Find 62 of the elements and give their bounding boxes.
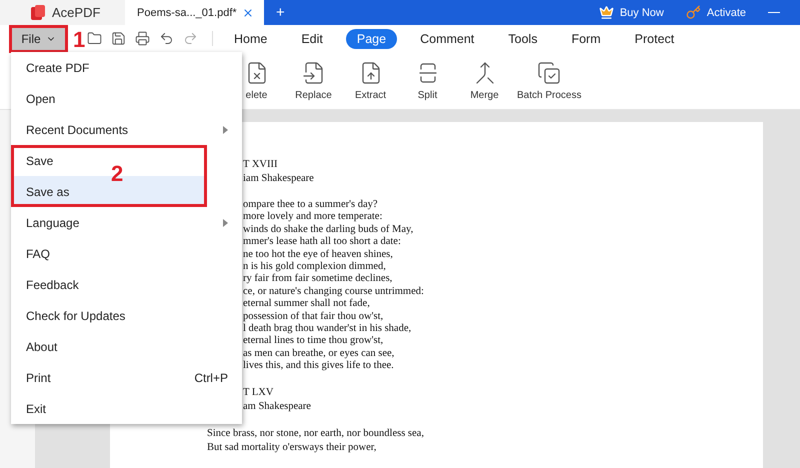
new-tab-button[interactable]: + bbox=[264, 0, 297, 25]
menu-item[interactable]: Print Ctrl+P bbox=[11, 362, 242, 393]
document-text-line: T LXV bbox=[243, 386, 274, 400]
document-text-line: ompare thee to a summer's day? bbox=[243, 199, 379, 212]
nav-tab[interactable]: Protect bbox=[624, 28, 686, 48]
document-tab[interactable]: Poems-sa..._01.pdf* bbox=[125, 0, 264, 25]
document-text-line: Since brass, nor stone, nor earth, nor boundless sea, bbox=[207, 426, 425, 441]
nav-tab[interactable]: Comment bbox=[409, 28, 486, 48]
header-action-button[interactable]: Activate bbox=[686, 0, 746, 25]
folder-icon[interactable] bbox=[87, 31, 102, 46]
ribbon-tool-button[interactable]: Extract bbox=[342, 60, 399, 100]
document-text-line: T XVIII bbox=[243, 158, 279, 172]
menu-item[interactable]: Feedback bbox=[11, 269, 242, 300]
menu-item[interactable]: Recent Documents bbox=[11, 114, 242, 145]
menu-item[interactable]: Check for Updates bbox=[11, 300, 242, 331]
document-text-line: am Shakespeare bbox=[243, 400, 312, 414]
document-text-line: ry fair from fair sometime declines, bbox=[243, 273, 394, 286]
nav-tab[interactable]: Edit bbox=[290, 28, 334, 48]
menu-item[interactable]: Create PDF bbox=[11, 52, 242, 83]
ribbon-tool-button[interactable]: Batch Process bbox=[513, 60, 586, 100]
menu-item[interactable]: Open bbox=[11, 83, 242, 114]
file-arrow-icon bbox=[302, 60, 326, 84]
ribbon-tool-button[interactable]: Split bbox=[399, 60, 456, 100]
document-text-line: lives this, and this gives life to thee. bbox=[243, 360, 395, 373]
header-action-button[interactable]: Buy Now bbox=[598, 0, 664, 25]
document-text-line: iam Shakespeare bbox=[243, 172, 315, 186]
crown-icon bbox=[598, 5, 614, 20]
document-text-line: ne too hot the eye of heaven shines, bbox=[243, 248, 394, 262]
document-text-line: eternal summer shall not fade, bbox=[243, 298, 371, 311]
submenu-arrow-icon bbox=[223, 126, 228, 134]
nav-tab[interactable]: Form bbox=[560, 28, 612, 48]
save-icon[interactable] bbox=[111, 31, 126, 46]
nav-tab[interactable]: Home bbox=[223, 28, 278, 48]
document-text-line: eternal lines to time thou grow'st, bbox=[243, 335, 384, 348]
document-text-line: But sad mortality o'ersways their power, bbox=[207, 440, 378, 455]
batch-check-icon bbox=[537, 60, 562, 84]
print-icon[interactable] bbox=[135, 31, 150, 46]
document-text-line: more lovely and more temperate: bbox=[243, 211, 384, 224]
document-text-line: n is his gold complexion dimmed, bbox=[243, 261, 387, 274]
menu-item[interactable]: FAQ bbox=[11, 238, 242, 269]
menu-item[interactable]: Language bbox=[11, 207, 242, 238]
menu-item[interactable]: Exit bbox=[11, 393, 242, 424]
menu-item[interactable]: About bbox=[11, 331, 242, 362]
document-text-line: winds do shake the darling buds of May, bbox=[243, 224, 414, 236]
submenu-arrow-icon bbox=[223, 218, 228, 226]
file-menu-button[interactable]: File bbox=[12, 28, 65, 50]
key-icon bbox=[686, 5, 701, 20]
nav-tab[interactable]: Page bbox=[346, 28, 398, 48]
ribbon-tool-button[interactable]: Replace bbox=[285, 60, 342, 100]
nav-tab[interactable]: Tools bbox=[497, 28, 548, 48]
shortcut-label: Ctrl+P bbox=[194, 370, 228, 384]
document-text-line: as men can breathe, or eyes can see, bbox=[243, 348, 396, 360]
app-name: AcePDF bbox=[52, 5, 100, 20]
step-number: 1 bbox=[73, 27, 86, 53]
document-text-line: ce, or nature's changing course untrimmed: bbox=[243, 286, 425, 298]
ribbon-tool-button[interactable]: Merge bbox=[456, 60, 513, 100]
close-icon[interactable] bbox=[242, 6, 254, 18]
undo-icon[interactable] bbox=[159, 31, 174, 46]
document-text-line: l death brag thou wander'st in his shade, bbox=[243, 323, 412, 336]
document-text-line: mmer's lease hath all too short a date: bbox=[243, 236, 402, 249]
app-logo-icon bbox=[30, 4, 46, 20]
document-text-line: possession of that fair thou ow'st, bbox=[243, 310, 384, 324]
